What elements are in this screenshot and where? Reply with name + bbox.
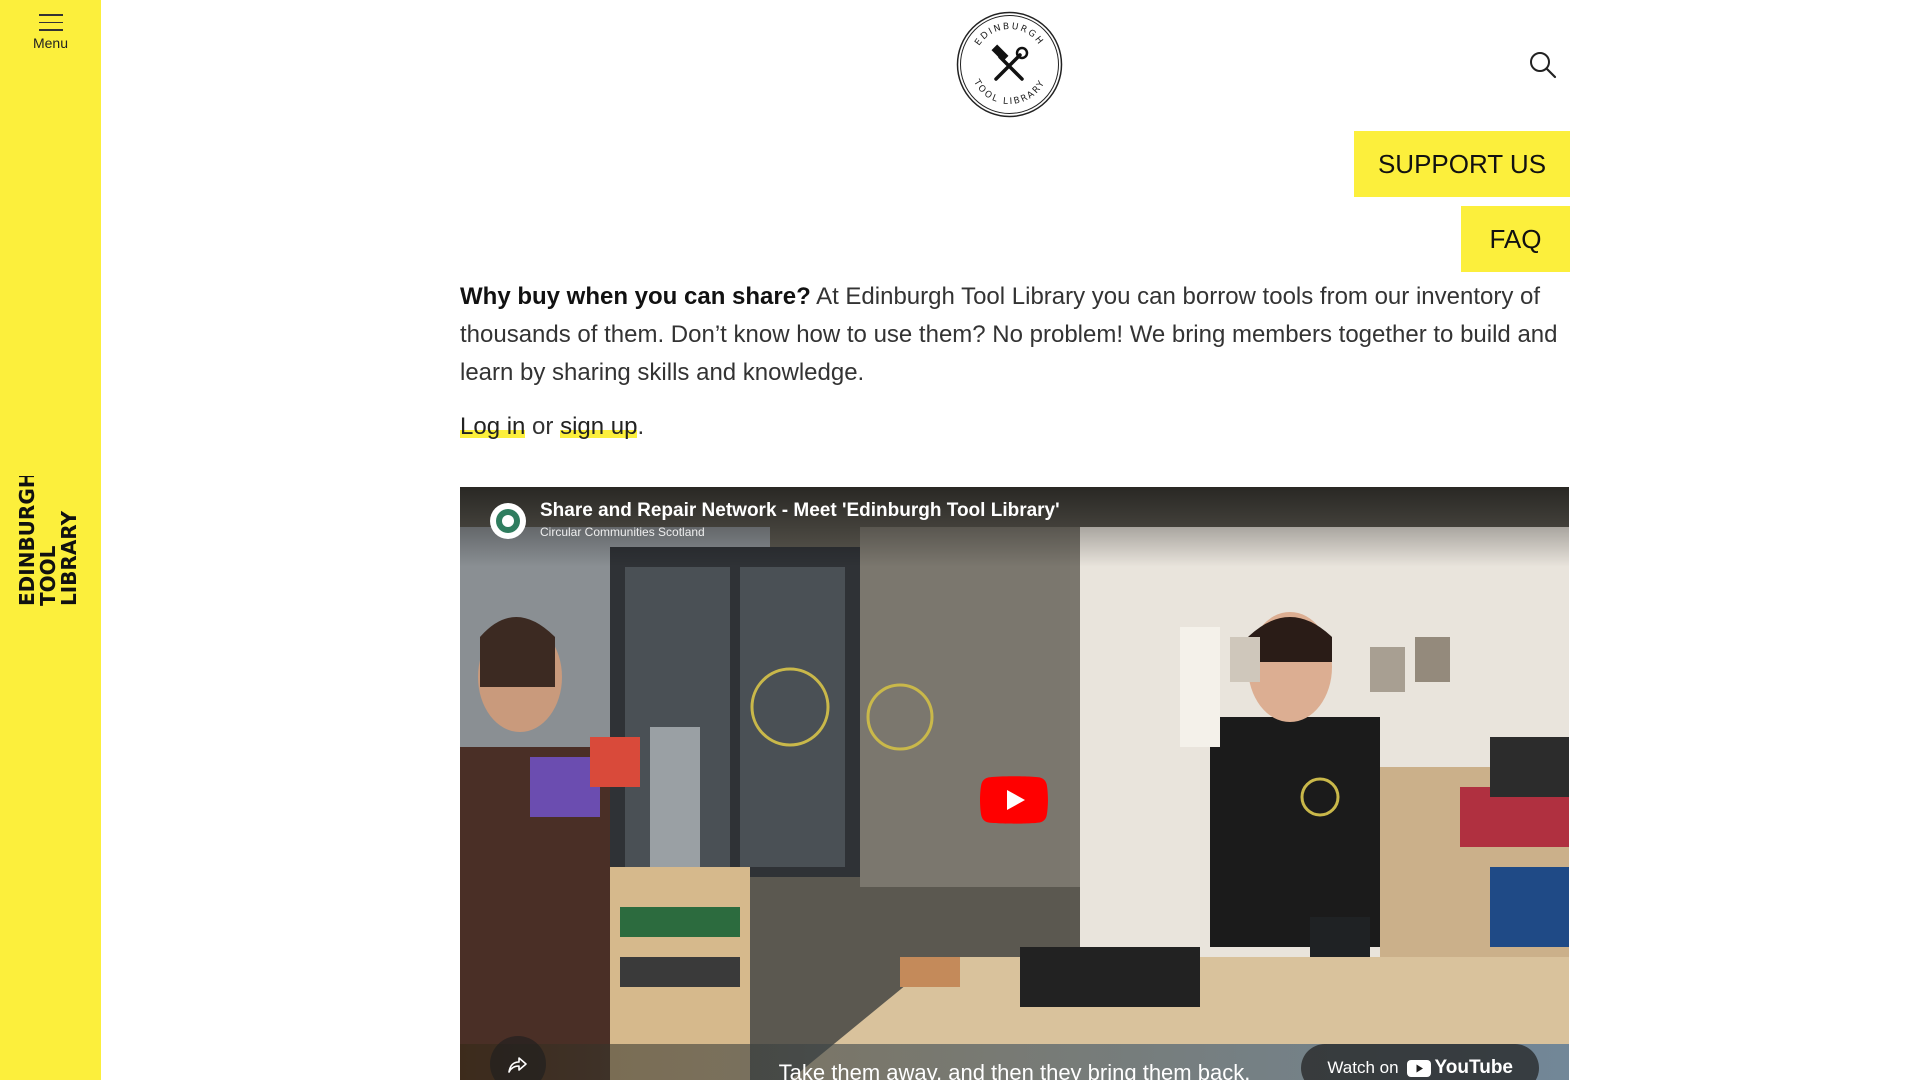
menu-label: Menu <box>32 34 69 51</box>
channel-logo-icon <box>496 509 520 533</box>
watch-on-youtube-button[interactable]: Watch on YouTube <box>1301 1044 1539 1080</box>
faq-button[interactable]: FAQ <box>1461 206 1570 272</box>
signup-link[interactable]: sign up <box>560 413 638 440</box>
auth-or: or <box>525 413 561 440</box>
menu-button[interactable]: Menu <box>0 10 101 51</box>
login-link[interactable]: Log in <box>460 413 526 440</box>
video-channel-name: Circular Communities Scotland <box>540 525 705 539</box>
sidebar: Menu EDINBURGH TOOL LIBRARY <box>0 0 101 1080</box>
hamburger-icon <box>38 14 63 31</box>
search-icon[interactable] <box>1528 50 1558 80</box>
sidebar-logo[interactable]: EDINBURGH TOOL LIBRARY <box>18 476 82 606</box>
share-icon <box>508 1057 527 1073</box>
sidebar-logo-line-3: LIBRARY <box>57 510 81 606</box>
intro-headline: Why buy when you can share? <box>460 283 811 310</box>
intro-paragraph: Why buy when you can share? At Edinburgh… <box>460 278 1575 392</box>
youtube-icon <box>1406 1059 1431 1077</box>
site-logo[interactable]: EDINBURGH TOOL LIBRARY <box>956 11 1063 118</box>
support-us-button[interactable]: SUPPORT US <box>1354 131 1570 197</box>
video-title[interactable]: Share and Repair Network - Meet 'Edinbur… <box>540 500 1060 522</box>
channel-avatar[interactable] <box>490 503 526 539</box>
auth-links: Log in or sign up. <box>460 408 644 446</box>
youtube-wordmark: YouTube <box>1434 1057 1513 1078</box>
youtube-logo: YouTube <box>1406 1057 1513 1079</box>
play-button-icon[interactable] <box>980 776 1048 824</box>
auth-period: . <box>637 413 645 440</box>
video-embed[interactable]: Share and Repair Network - Meet 'Edinbur… <box>460 487 1569 1080</box>
watch-on-label: Watch on <box>1327 1058 1399 1077</box>
